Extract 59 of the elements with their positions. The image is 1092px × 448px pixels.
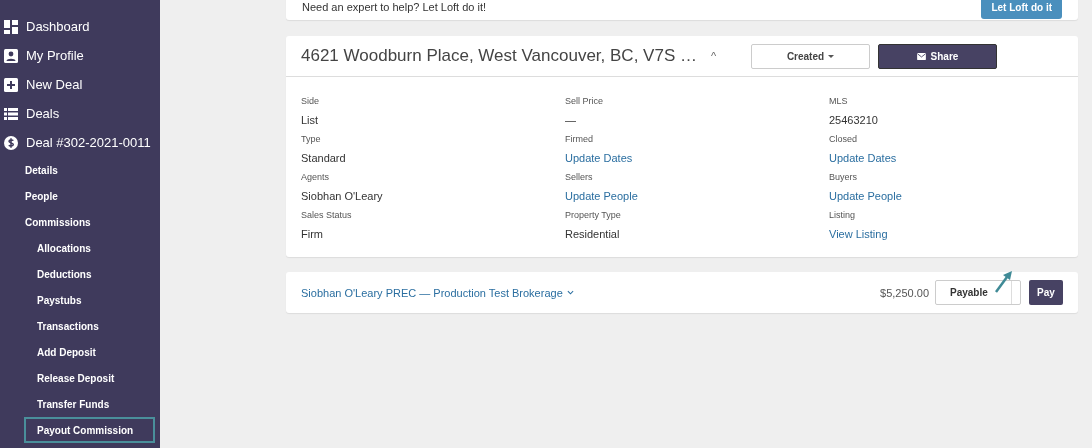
chevron-down-icon xyxy=(566,290,574,295)
field-value: Siobhan O'Leary xyxy=(301,189,384,204)
pay-button[interactable]: Pay xyxy=(1029,280,1063,305)
field-label: Property Type xyxy=(565,209,622,222)
field-value: List xyxy=(301,113,320,128)
collapse-toggle[interactable]: ^ xyxy=(711,50,751,62)
field-label: Sellers xyxy=(565,171,594,184)
recipient-link[interactable]: Siobhan O'Leary PREC — Production Test Brokerage xyxy=(301,286,881,299)
field-label: Firmed xyxy=(565,133,594,146)
nav-item[interactable]: New Deal xyxy=(0,70,160,99)
payout-amount: $5,250.00 xyxy=(880,286,929,299)
field-label: Type xyxy=(301,133,322,146)
field-value: Firm xyxy=(301,227,324,242)
nav-item[interactable]: Deductions xyxy=(0,261,160,287)
field-label: Agents xyxy=(301,171,331,184)
dollar-icon xyxy=(4,135,18,150)
field-link[interactable]: View Listing xyxy=(829,225,1063,244)
envelope-icon xyxy=(916,52,926,60)
nav-item[interactable]: Add Deposit xyxy=(0,339,160,365)
nav-item[interactable]: Payout Commission xyxy=(24,417,155,443)
nav-item[interactable]: Release Deposit xyxy=(0,365,160,391)
payout-status-select[interactable]: Payable xyxy=(935,280,1021,305)
banner-text: Need an expert to help? Let Loft do it! xyxy=(302,1,487,13)
field-link[interactable]: Update People xyxy=(565,187,829,206)
field-label: Sales Status xyxy=(301,209,353,222)
nav-item[interactable]: Commissions xyxy=(0,209,160,235)
share-button[interactable]: Share xyxy=(878,43,997,69)
nav-item[interactable]: Details xyxy=(0,157,160,183)
field-label: Buyers xyxy=(829,171,858,184)
plus-icon xyxy=(4,77,18,92)
status-dropdown[interactable]: Created xyxy=(751,43,870,69)
nav-item[interactable]: Dashboard xyxy=(0,12,160,41)
expert-button[interactable]: Let Loft do it xyxy=(981,0,1062,19)
field-value: 25463210 xyxy=(829,113,879,128)
nav-item[interactable]: People xyxy=(0,183,160,209)
dashboard-icon xyxy=(4,19,18,34)
field-link[interactable]: Update People xyxy=(829,187,1063,206)
nav-item[interactable]: Transactions xyxy=(0,313,160,339)
field-value: — xyxy=(565,113,577,128)
field-label: Side xyxy=(301,95,320,108)
nav-item[interactable]: Paystubs xyxy=(0,287,160,313)
field-value: Residential xyxy=(565,227,621,242)
field-label: Closed xyxy=(829,133,858,146)
nav-item[interactable]: My Profile xyxy=(0,41,160,70)
field-label: Sell Price xyxy=(565,95,604,108)
field-link[interactable]: Update Dates xyxy=(829,149,1063,168)
list-icon xyxy=(4,106,18,121)
nav-item[interactable]: Deals xyxy=(0,99,160,128)
nav-item[interactable]: Deal #302-2021-0011 xyxy=(0,128,160,157)
field-link[interactable]: Update Dates xyxy=(565,149,829,168)
nav-item[interactable]: Transfer Funds xyxy=(0,391,160,417)
nav-item[interactable]: Allocations xyxy=(0,235,160,261)
caret-icon xyxy=(828,54,835,58)
field-value: Standard xyxy=(301,151,347,166)
arrow-annotation xyxy=(995,271,1013,293)
field-label: Listing xyxy=(829,209,856,222)
deal-title: 4621 Woodburn Place, West Vancouver, BC, V7S … xyxy=(301,46,698,66)
user-icon xyxy=(4,48,18,63)
field-label: MLS xyxy=(829,95,849,108)
